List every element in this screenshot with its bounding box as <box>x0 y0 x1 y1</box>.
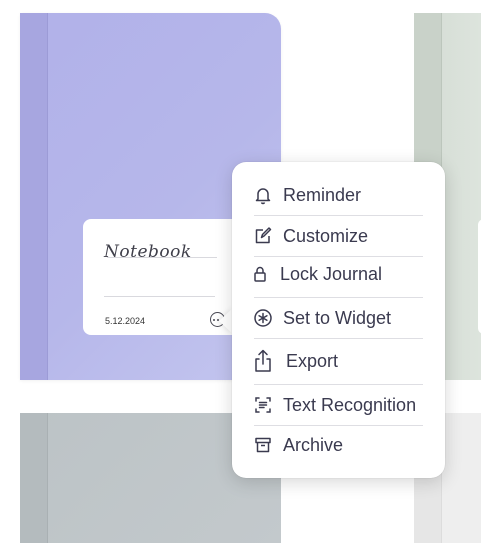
share-icon <box>252 349 274 372</box>
menu-separator <box>254 215 423 216</box>
menu-pointer <box>219 308 233 334</box>
menu-separator <box>254 297 423 298</box>
notebook-title: Notebook <box>104 242 192 262</box>
label-underline <box>107 257 217 258</box>
menu-item-archive[interactable]: Archive <box>252 427 423 463</box>
notebook-spine <box>20 413 48 543</box>
notebook-spine <box>20 13 48 380</box>
menu-item-lock-journal[interactable]: Lock Journal <box>249 256 423 292</box>
archive-box-icon <box>252 434 274 456</box>
menu-item-customize[interactable]: Customize <box>252 218 423 254</box>
menu-item-reminder[interactable]: Reminder <box>252 177 423 213</box>
menu-separator <box>254 384 423 385</box>
notebook-date: 5.12.2024 <box>105 316 146 326</box>
asterisk-circle-icon <box>252 307 274 329</box>
menu-item-text-recognition[interactable]: Text Recognition <box>252 387 423 423</box>
menu-item-export[interactable]: Export <box>252 343 423 379</box>
menu-item-label: Lock Journal <box>280 263 383 284</box>
menu-item-label: Archive <box>283 434 344 455</box>
label-divider <box>104 296 215 297</box>
context-menu: Reminder Customize Lock Journal Set to W… <box>232 162 445 478</box>
menu-item-label: Customize <box>283 225 369 246</box>
menu-item-label: Set to Widget <box>283 307 392 328</box>
lock-icon <box>249 263 271 285</box>
text-scan-icon <box>252 394 274 416</box>
menu-separator <box>254 338 423 339</box>
menu-item-label: Reminder <box>283 184 362 205</box>
edit-square-icon <box>252 225 274 247</box>
menu-item-label: Text Recognition <box>283 394 417 415</box>
menu-item-set-to-widget[interactable]: Set to Widget <box>252 300 423 336</box>
menu-separator <box>254 425 423 426</box>
bell-icon <box>252 184 274 206</box>
menu-item-label: Export <box>286 350 339 371</box>
